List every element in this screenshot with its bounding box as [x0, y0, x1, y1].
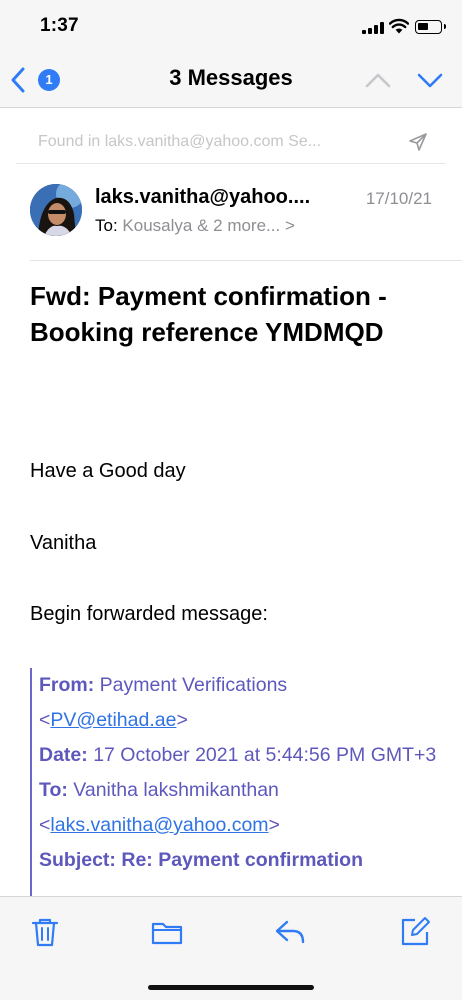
sender-avatar[interactable]: [30, 184, 82, 236]
folder-icon[interactable]: [150, 915, 184, 949]
date-label: Date:: [39, 744, 88, 766]
forwarded-subject: Re: Payment confirmation: [121, 849, 363, 871]
message-subject: Fwd: Payment confirmation - Booking refe…: [30, 281, 387, 347]
search-location-banner[interactable]: Found in laks.vanitha@yahoo.com Se...: [16, 120, 446, 164]
bottom-toolbar: [0, 896, 462, 1000]
home-indicator[interactable]: [148, 985, 314, 990]
to-label: To:: [95, 216, 118, 235]
forwarded-from-line: From: Payment Verifications: [39, 668, 450, 703]
forwarded-date-line: Date: 17 October 2021 at 5:44:56 PM GMT+…: [39, 738, 450, 773]
cellular-signal-icon: [362, 22, 384, 34]
forwarded-to-email-line: <laks.vanitha@yahoo.com>: [39, 814, 280, 836]
status-time: 1:37: [40, 15, 79, 36]
page-title: 3 Messages: [169, 65, 293, 90]
from-email-link[interactable]: PV@etihad.ae: [50, 709, 176, 731]
to-label-forwarded: To:: [39, 779, 68, 801]
trash-icon[interactable]: [28, 915, 62, 949]
reply-icon[interactable]: [273, 915, 307, 949]
to-name: Vanitha lakshmikanthan: [73, 779, 279, 801]
to-email-link[interactable]: laks.vanitha@yahoo.com: [50, 814, 268, 836]
next-message-button[interactable]: [416, 70, 444, 90]
recipients-summary: Kousalya & 2 more... >: [122, 216, 295, 235]
forwarded-from-email-line: <PV@etihad.ae>: [39, 709, 188, 731]
search-location-text: Found in laks.vanitha@yahoo.com Se...: [38, 133, 322, 150]
forward-intro: Begin forwarded message:: [30, 603, 268, 625]
forwarded-message-block: From: Payment Verifications <PV@etihad.a…: [30, 668, 450, 908]
body-signature: Vanitha: [30, 532, 97, 554]
sender-name[interactable]: laks.vanitha@yahoo....: [95, 186, 310, 209]
from-name: Payment Verifications: [99, 674, 288, 696]
send-icon: [409, 133, 427, 151]
navigation-bar: 1 3 Messages: [0, 52, 462, 108]
wifi-icon: [389, 18, 409, 34]
avatar-photo: [30, 184, 82, 236]
recipients-line[interactable]: To: Kousalya & 2 more... >: [95, 216, 295, 236]
battery-icon: [415, 20, 446, 34]
previous-message-button[interactable]: [364, 70, 392, 90]
status-bar: 1:37: [0, 0, 462, 52]
forwarded-subject-line: Subject: Re: Payment confirmation: [39, 843, 450, 878]
message-date: 17/10/21: [365, 189, 432, 208]
forwarded-to-line: To: Vanitha lakshmikanthan: [39, 773, 450, 808]
subject-label: Subject:: [39, 849, 116, 871]
header-divider: [30, 260, 462, 261]
from-label: From:: [39, 674, 95, 696]
compose-icon[interactable]: [398, 915, 432, 949]
forwarded-date: 17 October 2021 at 5:44:56 PM GMT+3: [93, 744, 437, 766]
body-greeting: Have a Good day: [30, 460, 186, 482]
